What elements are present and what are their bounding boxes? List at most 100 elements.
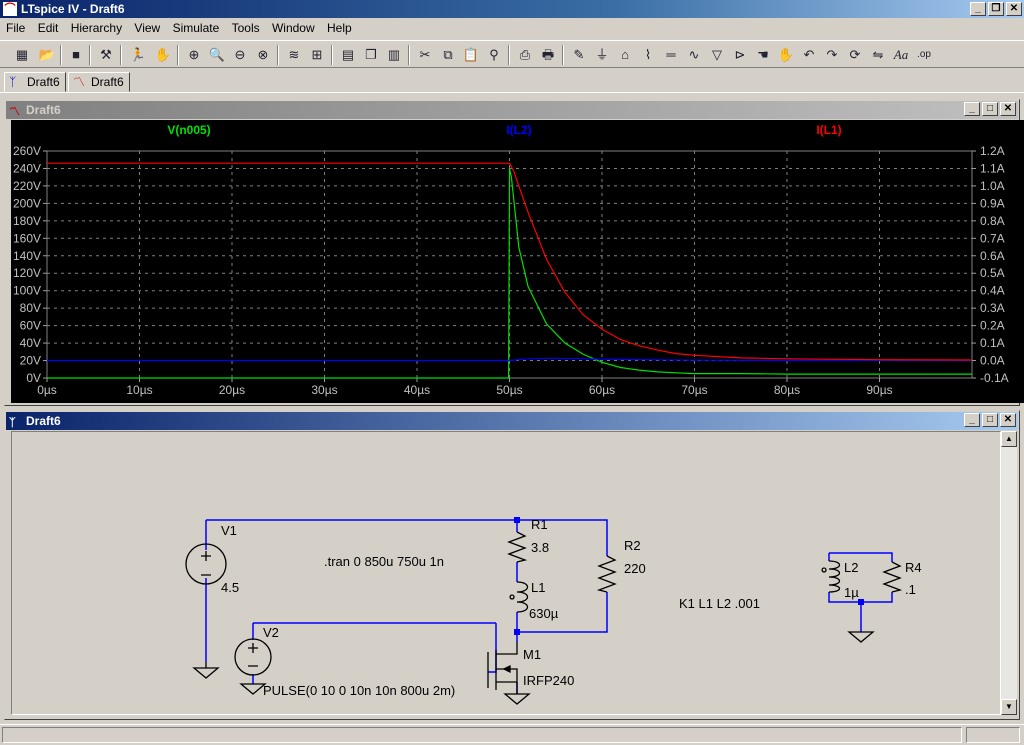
menu-edit[interactable]: Edit xyxy=(38,21,59,35)
tab-label: Draft6 xyxy=(91,75,124,89)
l1-name[interactable]: L1 xyxy=(531,580,545,595)
schematic-window-titlebar[interactable]: ᛉ Draft6 _ □ ✕ xyxy=(6,412,1018,430)
r4-symbol[interactable] xyxy=(882,561,903,593)
r1-symbol[interactable] xyxy=(507,531,528,563)
ground-symbol[interactable] xyxy=(503,693,531,705)
schematic-svg[interactable]: V1 4.5 V2 PULSE(0 10 0 10n 10n 800u 2m) … xyxy=(12,432,1002,716)
print-preview-icon[interactable]: ⎙ xyxy=(515,45,535,65)
scroll-up-icon[interactable]: ▲ xyxy=(1001,431,1017,447)
menu-view[interactable]: View xyxy=(134,21,160,35)
mirror-icon[interactable]: ⇋ xyxy=(868,45,888,65)
x-tick-label: 50µs xyxy=(496,383,522,397)
scroll-down-icon[interactable]: ▼ xyxy=(1001,699,1017,715)
r4-name[interactable]: R4 xyxy=(905,560,922,575)
v2-name[interactable]: V2 xyxy=(263,625,279,640)
zoom-in-icon[interactable]: ⊕ xyxy=(184,45,204,65)
spice-directive-icon[interactable]: .op xyxy=(914,45,934,65)
drag-icon[interactable]: ✋ xyxy=(776,45,796,65)
restore-button[interactable]: □ xyxy=(982,413,998,427)
close-button[interactable]: ✕ xyxy=(1006,2,1022,16)
coupling-directive[interactable]: K1 L1 L2 .001 xyxy=(679,596,760,611)
ltspice-app-icon[interactable]: ⌒ xyxy=(3,2,17,16)
plot-window-titlebar[interactable]: 〽 Draft6 _ □ ✕ xyxy=(6,101,1018,119)
restore-button[interactable]: ❐ xyxy=(988,2,1004,16)
l1-symbol[interactable] xyxy=(516,581,529,613)
cut-icon[interactable]: ✂ xyxy=(415,45,435,65)
menu-simulate[interactable]: Simulate xyxy=(173,21,220,35)
close-button[interactable]: ✕ xyxy=(1000,102,1016,116)
redo-icon[interactable]: ↷ xyxy=(822,45,842,65)
schematic-canvas[interactable]: V1 4.5 V2 PULSE(0 10 0 10n 10n 800u 2m) … xyxy=(11,431,1001,715)
l2-symbol[interactable] xyxy=(828,560,841,593)
label-net-icon[interactable]: ⌂ xyxy=(615,45,635,65)
resistor-icon[interactable]: ⌇ xyxy=(638,45,658,65)
tile-vertical-icon[interactable]: ▥ xyxy=(384,45,404,65)
paste-icon[interactable]: 📋 xyxy=(461,45,481,65)
open-schematic-icon[interactable]: ▦ xyxy=(12,45,32,65)
menu-hierarchy[interactable]: Hierarchy xyxy=(71,21,122,35)
inductor-icon[interactable]: ∿ xyxy=(684,45,704,65)
menu-tools[interactable]: Tools xyxy=(232,21,260,35)
grid-icon[interactable]: ⊞ xyxy=(307,45,327,65)
r1-name[interactable]: R1 xyxy=(531,517,548,532)
menu-window[interactable]: Window xyxy=(272,21,315,35)
v1-value[interactable]: 4.5 xyxy=(221,580,239,595)
menu-help[interactable]: Help xyxy=(327,21,352,35)
minimize-button[interactable]: _ xyxy=(970,2,986,16)
undo-icon[interactable]: ↶ xyxy=(799,45,819,65)
control-panel-icon[interactable]: ⚒ xyxy=(96,45,116,65)
r1-value[interactable]: 3.8 xyxy=(531,540,549,555)
close-button[interactable]: ✕ xyxy=(1000,413,1016,427)
r2-symbol[interactable] xyxy=(596,555,617,593)
plot-svg[interactable]: 260V 240V 220V 200V 180V 160V 140V 120V 100V 80V 6… xyxy=(11,120,1024,403)
tran-directive[interactable]: .tran 0 850u 750u 1n xyxy=(324,554,444,569)
ground-symbol[interactable] xyxy=(192,662,220,679)
legend-label: V(n005) xyxy=(167,123,210,137)
component-icon[interactable]: ⊳ xyxy=(730,45,750,65)
l1-value[interactable]: 630µ xyxy=(529,606,559,621)
cascade-icon[interactable]: ❐ xyxy=(361,45,381,65)
tab-schematic[interactable]: ᛉ Draft6 xyxy=(4,72,66,92)
find-icon[interactable]: ⚲ xyxy=(484,45,504,65)
ground-icon[interactable]: ⏚ xyxy=(592,45,612,65)
diode-icon[interactable]: ▽ xyxy=(707,45,727,65)
zoom-fit-icon[interactable]: ⊗ xyxy=(253,45,273,65)
draw-wire-icon[interactable]: ✎ xyxy=(569,45,589,65)
run-icon[interactable]: 🏃 xyxy=(128,45,148,65)
move-icon[interactable]: ☚ xyxy=(753,45,773,65)
m1-name[interactable]: M1 xyxy=(523,647,541,662)
copy-icon[interactable]: ⧉ xyxy=(438,45,458,65)
open-file-icon[interactable]: 📂 xyxy=(37,45,57,65)
vertical-scrollbar[interactable]: ▲ ▼ xyxy=(1001,431,1017,715)
r2-value[interactable]: 220 xyxy=(624,561,646,576)
wire[interactable] xyxy=(488,623,497,673)
legend-label: I(L2) xyxy=(506,123,531,137)
wire[interactable] xyxy=(829,552,893,562)
restore-button[interactable]: □ xyxy=(982,102,998,116)
print-icon[interactable]: 🖶 xyxy=(538,45,558,65)
m1-value[interactable]: IRFP240 xyxy=(523,673,574,688)
l2-dot xyxy=(821,567,827,573)
v2-value[interactable]: PULSE(0 10 0 10n 10n 800u 2m) xyxy=(263,683,455,698)
l2-name[interactable]: L2 xyxy=(844,560,858,575)
minimize-button[interactable]: _ xyxy=(964,413,980,427)
ground-symbol[interactable] xyxy=(847,631,875,643)
r2-name[interactable]: R2 xyxy=(624,538,641,553)
rotate-icon[interactable]: ⟳ xyxy=(845,45,865,65)
minimize-button[interactable]: _ xyxy=(964,102,980,116)
tile-horizontal-icon[interactable]: ▤ xyxy=(338,45,358,65)
menu-file[interactable]: File xyxy=(6,21,25,35)
v1-name[interactable]: V1 xyxy=(221,523,237,538)
zoom-area-icon[interactable]: 🔍 xyxy=(207,45,227,65)
ground-symbol[interactable] xyxy=(239,683,267,695)
zoom-out-icon[interactable]: ⊖ xyxy=(230,45,250,65)
autorange-icon[interactable]: ≋ xyxy=(284,45,304,65)
text-icon[interactable]: Aa xyxy=(891,45,911,65)
save-icon[interactable]: ■ xyxy=(66,45,86,65)
r4-value[interactable]: .1 xyxy=(905,582,916,597)
capacitor-icon[interactable]: ═ xyxy=(661,45,681,65)
tab-waveform[interactable]: 〽 Draft6 xyxy=(68,72,130,92)
l2-value[interactable]: 1µ xyxy=(844,585,859,600)
halt-icon[interactable]: ✋ xyxy=(153,45,173,65)
waveform-plot[interactable]: 260V 240V 220V 200V 180V 160V 140V 120V 100V 80V 6… xyxy=(11,120,1024,403)
